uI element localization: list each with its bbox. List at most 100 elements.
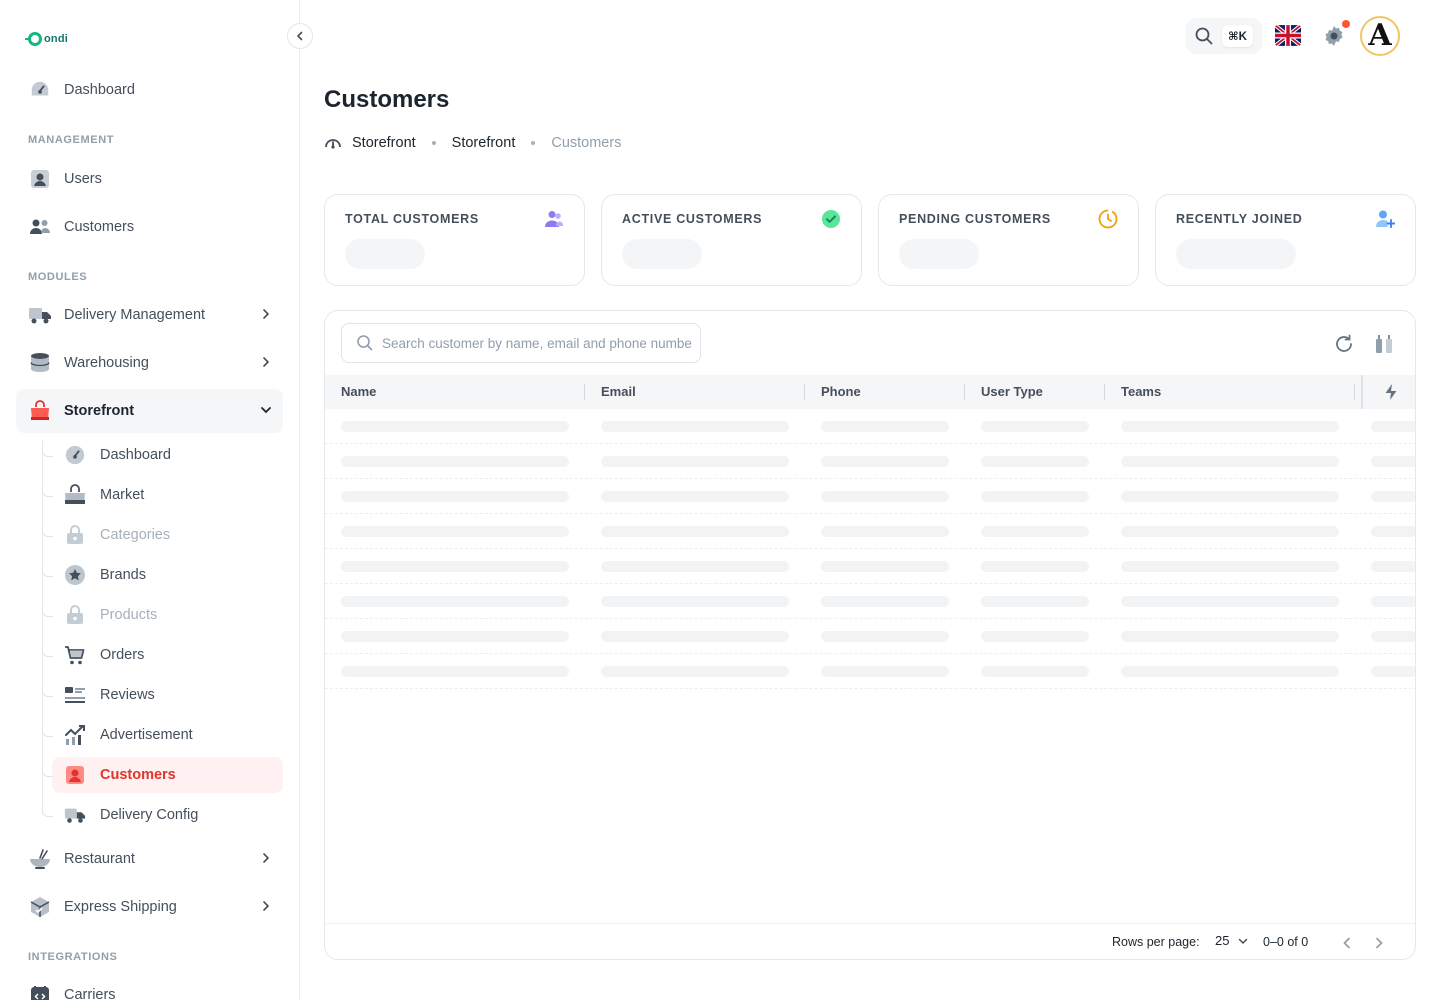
sidebar-subitem-delivery-config[interactable]: Delivery Config [42, 797, 283, 833]
cart-icon [64, 644, 86, 666]
sidebar-item-label: Express Shipping [64, 899, 177, 915]
column-resize-handle[interactable] [964, 384, 965, 400]
breadcrumb-separator [431, 141, 436, 145]
table-row-skeleton [325, 514, 1415, 549]
table-row-skeleton [325, 549, 1415, 584]
cell-skeleton [601, 596, 789, 607]
next-page-button[interactable] [1369, 933, 1389, 953]
columns-toggle-icon[interactable] [1373, 333, 1395, 355]
sidebar-item-carriers[interactable]: Carriers [16, 973, 283, 1000]
column-header-email[interactable]: Email [601, 375, 636, 409]
cell-skeleton [341, 526, 569, 537]
lock-icon [64, 604, 86, 626]
column-header-phone[interactable]: Phone [821, 375, 861, 409]
sidebar-item-users[interactable]: Users [16, 157, 283, 201]
column-resize-handle[interactable] [804, 384, 805, 400]
sidebar-subitem-label: Brands [100, 567, 146, 583]
cell-skeleton [1371, 526, 1415, 537]
user-avatar[interactable]: A [1360, 16, 1400, 56]
sidebar-item-restaurant[interactable]: Restaurant [16, 837, 283, 881]
table-pagination: Rows per page: 25 0–0 of 0 [325, 923, 1415, 959]
sidebar-item-express-shipping[interactable]: Express Shipping [16, 885, 283, 929]
sidebar-subitem-label: Customers [100, 767, 176, 783]
sidebar-subitem-label: Dashboard [100, 447, 171, 463]
users-group-icon [28, 215, 52, 239]
rows-per-page-label: Rows per page: [1112, 935, 1200, 949]
table-row-skeleton [325, 584, 1415, 619]
sidebar-item-customers[interactable]: Customers [16, 205, 283, 249]
actions-bolt-icon[interactable] [1381, 382, 1401, 402]
breadcrumb-current: Customers [551, 135, 622, 151]
stat-label: PENDING CUSTOMERS [899, 212, 1051, 226]
cell-skeleton [341, 491, 569, 502]
cell-skeleton [601, 421, 789, 432]
refresh-icon[interactable] [1333, 333, 1355, 355]
sidebar-item-warehousing[interactable]: Warehousing [16, 341, 283, 385]
star-badge-icon [64, 564, 86, 586]
cell-skeleton [981, 561, 1089, 572]
customer-search-input[interactable] [382, 335, 692, 351]
column-resize-handle[interactable] [1354, 384, 1355, 400]
chevron-right-icon [259, 307, 273, 326]
submenu-tree-line [42, 440, 43, 810]
cell-skeleton [1371, 596, 1415, 607]
cell-skeleton [821, 456, 949, 467]
app-logo[interactable]: ondi [25, 30, 68, 48]
chevron-right-icon [259, 355, 273, 374]
column-resize-handle[interactable] [584, 384, 585, 400]
stat-label: TOTAL CUSTOMERS [345, 212, 479, 226]
column-header-name[interactable]: Name [341, 375, 376, 409]
breadcrumb-link[interactable]: Storefront [452, 135, 516, 151]
lock-icon [64, 524, 86, 546]
column-header-teams[interactable]: Teams [1121, 375, 1161, 409]
chevron-left-icon [1343, 937, 1350, 949]
sidebar-subitem-label: Market [100, 487, 145, 503]
sidebar-collapse-button[interactable] [287, 23, 313, 49]
sidebar-subitem-dashboard[interactable]: Dashboard [42, 437, 283, 473]
column-header-user-type[interactable]: User Type [981, 375, 1043, 409]
food-bowl-icon [28, 847, 52, 871]
sidebar-subitem-customers[interactable]: Customers [42, 757, 283, 793]
table-row-skeleton [325, 619, 1415, 654]
sidebar-subitem-brands[interactable]: Brands [42, 557, 283, 593]
breadcrumb-link[interactable]: Storefront [352, 135, 416, 151]
cell-skeleton [1121, 596, 1339, 607]
table-row-skeleton [325, 409, 1415, 444]
language-flag-uk-icon[interactable] [1275, 25, 1301, 46]
cell-skeleton [981, 596, 1089, 607]
sidebar-item-storefront[interactable]: Storefront [16, 389, 283, 433]
cell-skeleton [981, 421, 1089, 432]
cell-skeleton [1121, 561, 1339, 572]
cell-skeleton [821, 596, 949, 607]
settings-gear-icon[interactable] [1322, 24, 1346, 48]
cell-skeleton [601, 631, 789, 642]
cell-skeleton [1121, 491, 1339, 502]
global-search-button[interactable]: ⌘K [1186, 18, 1262, 54]
cell-skeleton [981, 456, 1089, 467]
chevron-right-icon [259, 851, 273, 870]
customer-search-field[interactable] [341, 323, 701, 363]
cell-skeleton [341, 596, 569, 607]
sidebar-item-label: Customers [64, 219, 135, 235]
truck-icon [28, 303, 52, 327]
rows-per-page-select[interactable]: 25 [1215, 933, 1249, 948]
sidebar-item-label: Users [64, 171, 102, 187]
cell-skeleton [601, 456, 789, 467]
cell-skeleton [821, 491, 949, 502]
sidebar-subitem-products: Products [42, 597, 283, 633]
sidebar-subitem-market[interactable]: Market [42, 477, 283, 513]
stat-value-skeleton [622, 239, 702, 269]
column-resize-handle[interactable] [1104, 384, 1105, 400]
sidebar-subitem-orders[interactable]: Orders [42, 637, 283, 673]
notification-dot [1342, 20, 1350, 28]
sidebar-item-dashboard[interactable]: Dashboard [16, 68, 283, 112]
sidebar-item-label: Dashboard [64, 82, 135, 98]
review-list-icon [64, 684, 86, 706]
sidebar-item-delivery-management[interactable]: Delivery Management [16, 293, 283, 337]
sidebar-subitem-reviews[interactable]: Reviews [42, 677, 283, 713]
table-header: Name Email Phone User Type Teams [325, 375, 1415, 409]
previous-page-button[interactable] [1337, 933, 1357, 953]
sidebar-subitem-advertisement[interactable]: Advertisement [42, 717, 283, 753]
cell-skeleton [821, 421, 949, 432]
truck-icon [64, 804, 86, 826]
